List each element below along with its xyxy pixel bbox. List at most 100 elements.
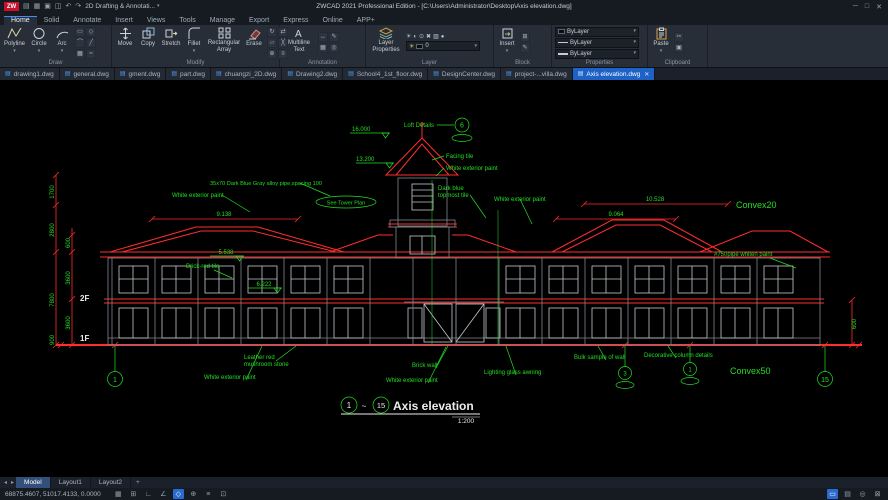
layout-prev-icon[interactable]: ◂	[2, 479, 9, 486]
new-file-icon[interactable]: ▤	[23, 3, 30, 10]
tab-manage[interactable]: Manage	[203, 16, 242, 25]
erase-button[interactable]: Erase	[244, 26, 264, 59]
paste-button[interactable]: Paste ▾	[651, 26, 671, 59]
fillet-button[interactable]: Fillet ▾	[184, 26, 204, 59]
offset-icon[interactable]: ▱	[267, 38, 277, 48]
tab-express[interactable]: Express	[276, 16, 315, 25]
save-icon[interactable]: ▣	[44, 3, 51, 10]
zwcad-logo-icon: ZW	[4, 2, 19, 11]
lineweight-icon[interactable]: ≡	[203, 489, 214, 499]
workspace-switcher[interactable]: 2D Drafting & Annotati... ▾	[85, 3, 159, 10]
rectangular-array-button[interactable]: RectangularArray	[207, 26, 241, 59]
ortho-icon[interactable]: ∟	[143, 489, 154, 499]
dynamic-input-icon[interactable]: ⊡	[218, 489, 229, 499]
model-paper-toggle-icon[interactable]: ▭	[827, 489, 838, 499]
center-mark-icon[interactable]: ◎	[329, 43, 339, 53]
tab-layout1[interactable]: Layout1	[51, 477, 91, 488]
rectangle-icon[interactable]: ▭	[75, 27, 85, 37]
doc-tab-axis-elevation[interactable]: ▤Axis elevation.dwg✕	[573, 68, 656, 80]
layout-next-icon[interactable]: ▸	[9, 479, 16, 486]
minimize-button[interactable]: ─	[853, 3, 858, 11]
layer-isolate-icon[interactable]: ▨	[433, 34, 439, 40]
panel-label-modify[interactable]: Modify	[112, 60, 279, 67]
hatch-icon[interactable]: ▦	[75, 49, 85, 59]
doc-tab-gment[interactable]: ▤gment.dwg	[115, 68, 166, 80]
drawing-canvas[interactable]: 16.000 Loft Details 6 13.200 Facing tile…	[0, 80, 888, 477]
panel-label-clipboard[interactable]: Clipboard	[648, 60, 707, 67]
doc-tab-drawing1[interactable]: ▤drawing1.dwg	[0, 68, 60, 80]
arc-icon	[55, 27, 70, 40]
layer-on-icon[interactable]: ☀	[406, 34, 411, 40]
add-layout-button[interactable]: +	[131, 479, 145, 486]
arc-button[interactable]: Arc ▾	[52, 26, 72, 59]
undo-icon[interactable]: ↶	[66, 3, 72, 10]
dimension-icon[interactable]: ↔	[318, 32, 328, 42]
doc-tab-designcenter[interactable]: ▤DesignCenter.dwg	[428, 68, 501, 80]
stretch-button[interactable]: Stretch	[161, 26, 181, 59]
tab-insert[interactable]: Insert	[108, 16, 140, 25]
tab-model[interactable]: Model	[16, 477, 51, 488]
lineweight-dropdown[interactable]: ByLayer ▾	[555, 49, 639, 59]
panel-label-layer[interactable]: Layer	[366, 60, 493, 67]
linetype-dropdown[interactable]: ByLayer ▾	[555, 38, 639, 48]
isolate-objects-icon[interactable]: ◎	[857, 489, 868, 499]
scale-icon[interactable]: ⊕	[267, 49, 277, 59]
panel-label-annotation[interactable]: Annotation	[280, 60, 365, 67]
panel-label-properties[interactable]: Properties	[552, 60, 647, 67]
layer-match-icon[interactable]: ●	[441, 34, 445, 40]
rotate-icon[interactable]: ↻	[267, 27, 277, 37]
tab-solid[interactable]: Solid	[37, 16, 67, 25]
doc-tab-chuangzi[interactable]: ▤chuangzi_2D.dwg	[211, 68, 282, 80]
grid-icon[interactable]: ▦	[113, 489, 124, 499]
tab-views[interactable]: Views	[140, 16, 173, 25]
layer-freeze-icon[interactable]: ◐	[413, 34, 417, 40]
annotation-scale-icon[interactable]: ▤	[842, 489, 853, 499]
fullscreen-icon[interactable]: ⊠	[872, 489, 883, 499]
cut-icon[interactable]: ✂	[674, 32, 684, 42]
tab-export[interactable]: Export	[242, 16, 276, 25]
close-button[interactable]: ✕	[876, 3, 882, 11]
tab-layout2[interactable]: Layout2	[91, 477, 131, 488]
panel-label-block[interactable]: Block	[494, 60, 551, 67]
layer-dropdown[interactable]: ☀ 0 ▾	[406, 41, 480, 51]
layer-lock-icon[interactable]: ⊙	[419, 34, 424, 40]
doc-tab-project-villa[interactable]: ▤project-...villa.dwg	[501, 68, 573, 80]
insert-button[interactable]: Insert ▾	[497, 26, 517, 59]
copy-button[interactable]: Copy	[138, 26, 158, 59]
open-file-icon[interactable]: ▦	[34, 3, 41, 10]
tab-home[interactable]: Home	[4, 16, 37, 25]
spline-icon[interactable]: ⌒	[75, 38, 85, 48]
doc-tab-part[interactable]: ▤part.dwg	[166, 68, 211, 80]
polyline-button[interactable]: Polyline ▾	[3, 26, 26, 59]
tab-annotate[interactable]: Annotate	[66, 16, 108, 25]
polygon-icon[interactable]: ◇	[86, 27, 96, 37]
snap-icon[interactable]: ⊞	[128, 489, 139, 499]
doc-tab-school4[interactable]: ▤School4_1st_floor.dwg	[343, 68, 428, 80]
create-block-icon[interactable]: ⊞	[520, 32, 530, 42]
color-dropdown[interactable]: ByLayer ▾	[555, 27, 639, 37]
doc-tab-drawing2[interactable]: ▤Drawing2.dwg	[282, 68, 343, 80]
table-icon[interactable]: ▦	[318, 43, 328, 53]
revcloud-icon[interactable]: ≈	[86, 49, 96, 59]
polar-icon[interactable]: ∠	[158, 489, 169, 499]
plot-icon[interactable]: ◫	[55, 3, 62, 10]
close-tab-icon[interactable]: ✕	[644, 71, 649, 78]
layer-off-icon[interactable]: ✖	[426, 34, 431, 40]
osnap-icon[interactable]: ◇	[173, 489, 184, 499]
redo-icon[interactable]: ↷	[75, 3, 81, 10]
copy-clip-icon[interactable]: ▣	[674, 43, 684, 53]
edit-block-icon[interactable]: ✎	[520, 43, 530, 53]
layer-properties-button[interactable]: LayerProperties	[369, 26, 403, 59]
tab-app-plus[interactable]: APP+	[350, 16, 382, 25]
leader-icon[interactable]: ✎	[329, 32, 339, 42]
tab-tools[interactable]: Tools	[172, 16, 202, 25]
move-button[interactable]: Move	[115, 26, 135, 59]
multiline-text-button[interactable]: A MultilineText	[283, 26, 315, 59]
panel-label-draw[interactable]: Draw	[0, 60, 111, 67]
maximize-button[interactable]: □	[865, 3, 869, 11]
line-icon[interactable]: ╱	[86, 38, 96, 48]
tab-online[interactable]: Online	[316, 16, 350, 25]
doc-tab-general[interactable]: ▤general.dwg	[60, 68, 115, 80]
otrack-icon[interactable]: ⊕	[188, 489, 199, 499]
circle-button[interactable]: Circle ▾	[29, 26, 49, 59]
